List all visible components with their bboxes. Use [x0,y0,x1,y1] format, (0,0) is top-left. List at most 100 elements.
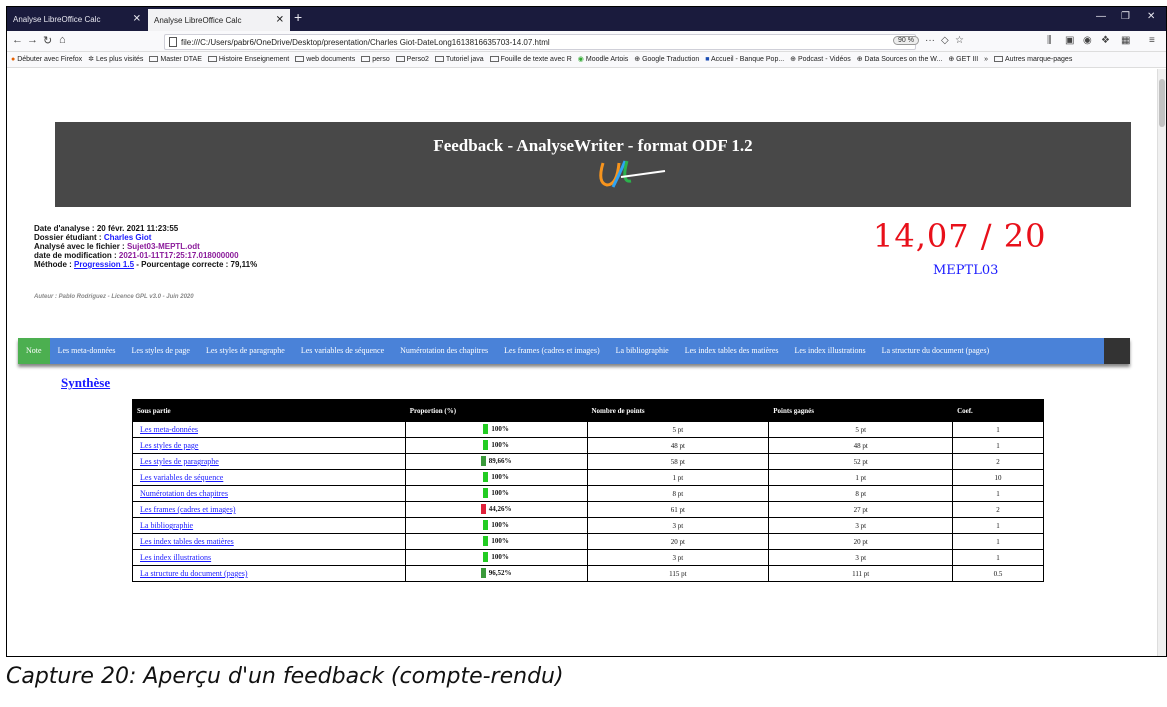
menu-item-note[interactable]: Note [18,338,50,364]
cell-points-gagnes: 111 pt [768,565,954,582]
cell-coef: 1 [952,437,1044,454]
proportion-bar [480,567,486,578]
extension-icon[interactable]: ❖ [1101,35,1110,46]
bookmark-folder[interactable]: perso [361,52,390,67]
cell-sous-partie: Les index tables des matières [132,533,406,550]
bookmark-folder[interactable]: Tutoriel java [434,52,484,67]
bookmark-google-translate[interactable]: ⊕ Google Traduction [634,52,699,67]
bookmark-firefox[interactable]: ● Débuter avec Firefox [11,52,82,67]
globe-icon: ⊕ [948,56,955,63]
menu-item-index-tables[interactable]: Les index tables des matières [677,338,787,364]
figure-caption: Capture 20: Aperçu d'un feedback (compte… [6,664,564,689]
forward-icon[interactable]: → [27,34,38,46]
proportion-bar [480,455,486,466]
cell-nombre-points: 3 pt [586,517,770,534]
cell-coef: 1 [952,533,1044,550]
bank-icon: ■ [705,56,710,63]
tab-analyse-1[interactable]: Analyse LibreOffice Calc ✕ [7,7,147,31]
menu-end-block [1104,338,1130,364]
column-header: Points gagnés [768,399,954,422]
cell-nombre-points: 48 pt [586,437,770,454]
bookmark-folder[interactable]: Histoire Enseignement [207,52,289,67]
column-header: Nombre de points [586,399,770,422]
bookmark-bank[interactable]: ■ Accueil - Banque Pop... [705,52,784,67]
menu-item-frames[interactable]: Les frames (cadres et images) [496,338,608,364]
vertical-scrollbar[interactable] [1157,69,1166,656]
url-bar[interactable]: file:///C:/Users/pabr6/OneDrive/Desktop/… [164,34,916,50]
cell-proportion: 96,52% [404,565,588,582]
bookmark-star-icon[interactable]: ☆ [955,35,964,46]
menu-item-index-illustrations[interactable]: Les index illustrations [786,338,873,364]
bookmark-get[interactable]: ⊕ GET III [948,52,978,67]
table-row: Les index tables des matières 100% 20 pt 20… [132,533,1044,550]
account-icon[interactable]: ◉ [1083,35,1092,46]
bookmark-data-sources[interactable]: ⊕ Data Sources on the W... [857,52,943,67]
section-link[interactable]: Les variables de séquence [140,473,223,482]
cell-coef: 1 [952,517,1044,534]
proportion-bar [483,535,489,546]
restore-icon[interactable]: ❐ [1121,11,1130,22]
menu-icon[interactable]: ≡ [1149,35,1155,46]
library-icon[interactable]: ⫼ [1047,35,1052,46]
bookmark-folder[interactable]: web documents [295,52,355,67]
close-tab-icon[interactable]: ✕ [133,14,141,25]
proportion-bar [483,551,489,562]
cell-points-gagnes: 48 pt [768,437,954,454]
menu-item-styles-page[interactable]: Les styles de page [124,338,198,364]
cell-points-gagnes: 27 pt [768,501,954,518]
section-link[interactable]: Numérotation des chapitres [140,489,228,498]
section-link[interactable]: Les index illustrations [140,553,211,562]
cell-sous-partie: Les meta-données [132,421,406,438]
firefox-icon: ● [11,56,16,63]
close-window-icon[interactable]: ✕ [1147,11,1155,22]
cell-coef: 2 [952,453,1044,470]
bookmark-most-visited[interactable]: ✲ Les plus visités [88,52,143,67]
cell-points-gagnes: 20 pt [768,533,954,550]
section-link[interactable]: La bibliographie [140,521,193,530]
pocket-icon[interactable]: ◇ [941,35,949,46]
cell-sous-partie: La bibliographie [132,517,406,534]
menu-item-styles-paragraphe[interactable]: Les styles de paragraphe [198,338,293,364]
section-link[interactable]: La structure du document (pages) [140,569,248,578]
cell-nombre-points: 3 pt [586,549,770,566]
cell-nombre-points: 20 pt [586,533,770,550]
menu-item-numerotation-chapitres[interactable]: Numérotation des chapitres [392,338,496,364]
menu-item-meta-donnees[interactable]: Les meta-données [50,338,124,364]
minimize-icon[interactable]: — [1096,11,1106,22]
cell-sous-partie: Les frames (cadres et images) [132,501,406,518]
bookmark-other[interactable]: Autres marque-pages [994,52,1072,67]
cell-points-gagnes: 1 pt [768,469,954,486]
extensions-grid-icon[interactable]: ▦ [1121,35,1130,46]
sidebar-icon[interactable]: ▣ [1065,35,1074,46]
section-link[interactable]: Les styles de paragraphe [140,457,219,466]
column-header: Coef. [952,399,1044,422]
zoom-indicator[interactable]: 90 % [893,36,919,45]
globe-icon: ⊕ [790,56,796,63]
menu-item-structure-document[interactable]: La structure du document (pages) [874,338,998,364]
menu-item-bibliographie[interactable]: La bibliographie [608,338,677,364]
new-tab-icon[interactable]: + [294,9,302,25]
method-link[interactable]: Progression 1.5 [74,260,134,269]
bookmark-moodle[interactable]: ◉ Moodle Artois [578,52,628,67]
proportion-bar [480,503,486,514]
scrollbar-thumb[interactable] [1159,79,1165,127]
tab-analyse-2[interactable]: Analyse LibreOffice Calc ✕ [148,9,290,31]
back-icon[interactable]: ← [12,34,23,46]
bookmark-folder[interactable]: Master DTAE [149,52,202,67]
bookmark-podcast[interactable]: ⊕ Podcast - Vidéos [790,52,851,67]
page-actions-icon[interactable]: ··· [925,35,935,46]
section-link[interactable]: Les index tables des matières [140,537,234,546]
nav-bar: ← → ↻ ⌂ file:///C:/Users/pabr6/OneDrive/… [7,31,1166,52]
bookmark-folder[interactable]: Fouille de texte avec R [489,52,572,67]
section-link[interactable]: Les frames (cadres et images) [140,505,236,514]
home-icon[interactable]: ⌂ [59,34,66,46]
banner-title: Feedback - AnalyseWriter - format ODF 1.… [433,136,753,155]
menu-item-variables-sequence[interactable]: Les variables de séquence [293,338,392,364]
bookmark-folder[interactable]: Perso2 [395,52,429,67]
section-link[interactable]: Les meta-données [140,425,198,434]
reload-icon[interactable]: ↻ [43,34,52,47]
bookmarks-overflow-icon[interactable]: » [984,52,988,67]
synthese-heading[interactable]: Synthèse [61,375,110,391]
close-tab-icon[interactable]: ✕ [276,15,284,26]
section-link[interactable]: Les styles de page [140,441,198,450]
